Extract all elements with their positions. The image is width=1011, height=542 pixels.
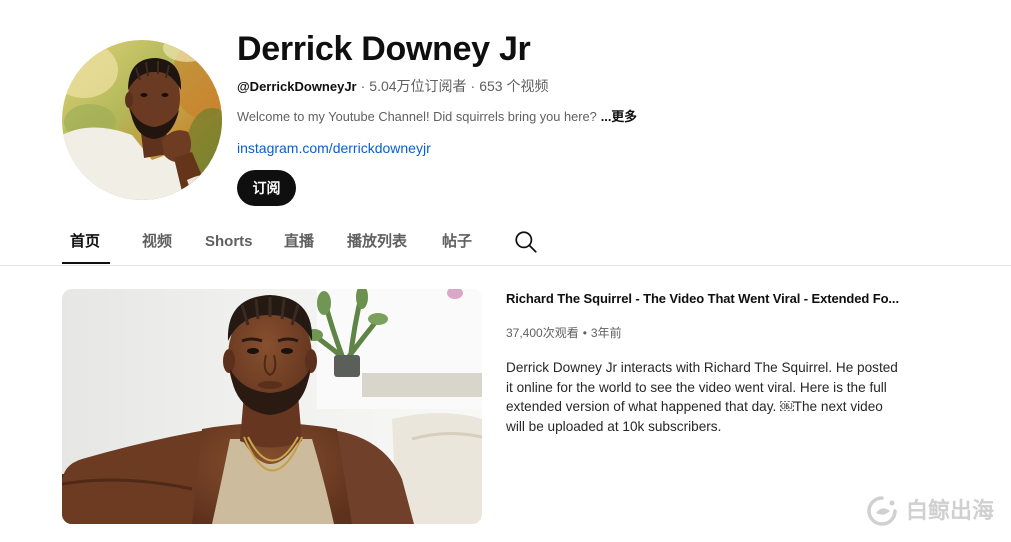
video-description: Derrick Downey Jr interacts with Richard… xyxy=(506,358,946,437)
watermark: 白鲸出海 xyxy=(866,494,1006,528)
tab-playlists[interactable]: 播放列表 xyxy=(347,232,407,252)
video-count: 653 个视频 xyxy=(479,78,549,94)
tab-shorts[interactable]: Shorts xyxy=(205,232,253,252)
meta-separator: · xyxy=(360,78,366,94)
search-icon[interactable] xyxy=(513,229,539,255)
selected-tab-indicator xyxy=(62,262,110,264)
upload-age: 3年前 xyxy=(590,326,622,340)
channel-handle: @DerrickDowneyJr xyxy=(237,79,357,94)
meta-separator: · xyxy=(470,78,476,94)
whale-logo-icon xyxy=(867,496,897,526)
tab-videos[interactable]: 视频 xyxy=(142,232,172,252)
channel-page: Derrick Downey Jr @DerrickDowneyJr · 5.04万… xyxy=(0,0,1011,542)
thumbnail-image xyxy=(62,289,482,524)
tab-live[interactable]: 直播 xyxy=(284,232,314,252)
video-description-line: will be uploaded at 10k subscribers. xyxy=(506,419,722,435)
channel-avatar[interactable] xyxy=(62,40,222,200)
video-description-line: extended version of what happened that d… xyxy=(506,399,883,415)
video-thumbnail[interactable] xyxy=(62,289,482,524)
video-description-line: Derrick Downey Jr interacts with Richard… xyxy=(506,360,898,375)
tab-home[interactable]: 首页 xyxy=(70,232,100,252)
channel-meta: @DerrickDowneyJr · 5.04万位订阅者 · 653 个视频 xyxy=(237,76,548,97)
channel-description-text: Welcome to my Youtube Channel! Did squir… xyxy=(237,109,597,124)
video-description-line: it online for the world to see the video… xyxy=(506,379,887,395)
avatar-image xyxy=(62,40,222,200)
video-meta: 37,400次观看 • 3年前 xyxy=(506,325,622,341)
channel-name: Derrick Downey Jr xyxy=(237,30,531,68)
subscribe-button[interactable]: 订阅 xyxy=(237,170,296,206)
channel-external-link[interactable]: instagram.com/derrickdowneyjr xyxy=(237,138,431,158)
video-title[interactable]: Richard The Squirrel - The Video That We… xyxy=(506,290,899,308)
tab-posts[interactable]: 帖子 xyxy=(442,232,472,252)
view-count: 37,400次观看 xyxy=(506,326,579,340)
subscriber-count: 5.04万位订阅者 xyxy=(369,78,467,94)
more-button[interactable]: ...更多 xyxy=(601,109,637,124)
tabs-divider xyxy=(0,265,1011,266)
watermark-text: 白鲸出海 xyxy=(906,498,995,523)
meta-bullet: • xyxy=(582,326,587,340)
channel-description[interactable]: Welcome to my Youtube Channel! Did squir… xyxy=(237,107,637,127)
